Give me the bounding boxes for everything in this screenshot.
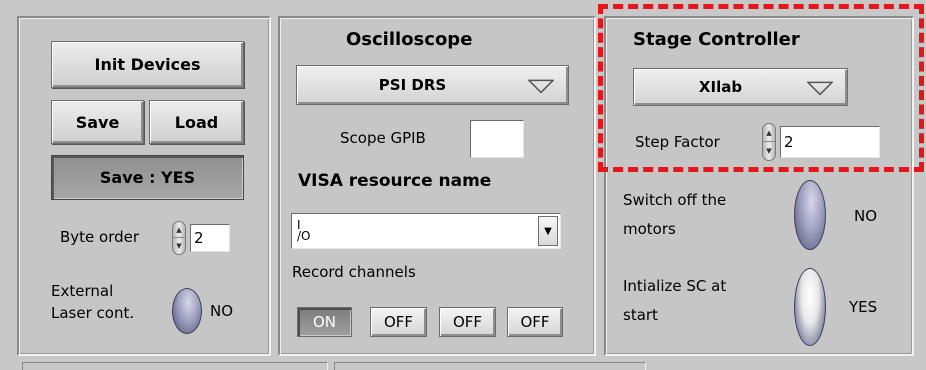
switch-off-motors-state: NO [854, 207, 878, 225]
increment-arrow-icon[interactable]: ▲ [763, 124, 775, 142]
oscilloscope-device-select[interactable]: PSI DRS [296, 65, 569, 105]
initialize-sc-label: Intialize SC at start [623, 272, 726, 330]
byte-order-spinner[interactable]: ▲ ▼ [172, 221, 186, 255]
initialize-sc-label-line1: Intialize SC at [623, 277, 727, 295]
external-laser-label-line2: Laser cont. [51, 304, 135, 322]
stage-device-select[interactable]: XIlab [633, 68, 848, 106]
visa-dropdown-button[interactable]: ▼ [538, 216, 558, 246]
io-icon: I/O [297, 218, 311, 243]
initialize-sc-state: YES [849, 298, 878, 316]
oscilloscope-device-value: PSI DRS [378, 76, 447, 94]
channel-4-toggle[interactable]: OFF [507, 307, 563, 337]
visa-resource-title: VISA resource name [298, 171, 492, 191]
load-button[interactable]: Load [149, 100, 244, 144]
dropdown-triangle-icon [528, 79, 554, 94]
switch-off-motors-label-line2: motors [623, 220, 676, 238]
channel-3-toggle[interactable]: OFF [439, 307, 496, 337]
scope-gpib-input[interactable] [470, 120, 524, 158]
external-laser-label: External Laser cont. [51, 280, 134, 324]
visa-resource-combo[interactable]: I/O ▼ [291, 213, 561, 249]
switch-off-motors-toggle[interactable] [794, 180, 826, 250]
init-devices-button[interactable]: Init Devices [51, 41, 244, 88]
external-laser-state: NO [210, 302, 234, 320]
byte-order-input[interactable]: 2 [190, 224, 230, 252]
step-factor-spinner[interactable]: ▲ ▼ [762, 123, 776, 161]
step-factor-label: Step Factor [635, 133, 720, 151]
initialize-sc-toggle[interactable] [794, 268, 826, 346]
switch-off-motors-label-line1: Switch off the [623, 191, 727, 209]
channel-1-toggle[interactable]: ON [297, 307, 352, 337]
scope-gpib-label: Scope GPIB [340, 129, 426, 147]
external-laser-toggle[interactable] [172, 288, 202, 334]
initialize-sc-label-line2: start [623, 306, 658, 324]
increment-arrow-icon[interactable]: ▲ [173, 222, 185, 238]
switch-off-motors-label: Switch off the motors [623, 186, 726, 244]
save-toggle-button[interactable]: Save : YES [51, 155, 244, 200]
stage-controller-title: Stage Controller [633, 29, 800, 50]
byte-order-label: Byte order [60, 228, 140, 246]
bottom-tab-strip [22, 362, 328, 370]
dropdown-triangle-icon [807, 81, 833, 96]
record-channels-group: ON OFF OFF OFF [294, 307, 574, 343]
external-laser-label-line1: External [51, 282, 114, 300]
stage-device-value: XIlab [698, 78, 743, 96]
oscilloscope-title: Oscilloscope [346, 29, 473, 50]
record-channels-label: Record channels [292, 263, 416, 281]
chevron-down-icon: ▼ [544, 225, 552, 237]
save-button[interactable]: Save [51, 100, 144, 144]
step-factor-input[interactable]: 2 [780, 126, 880, 158]
decrement-arrow-icon[interactable]: ▼ [173, 238, 185, 254]
bottom-tab-strip-2 [334, 362, 646, 370]
decrement-arrow-icon[interactable]: ▼ [763, 142, 775, 160]
channel-2-toggle[interactable]: OFF [370, 307, 427, 337]
